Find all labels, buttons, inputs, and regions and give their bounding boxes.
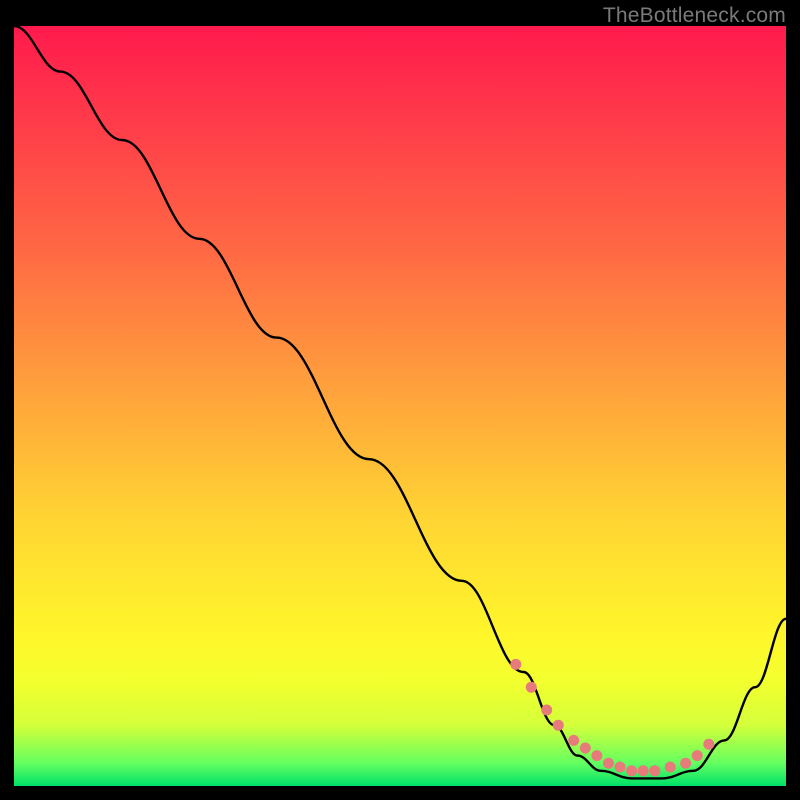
- chart-gradient-bg: [14, 26, 786, 786]
- chart-frame: [14, 26, 786, 786]
- watermark-text: TheBottleneck.com: [603, 4, 786, 28]
